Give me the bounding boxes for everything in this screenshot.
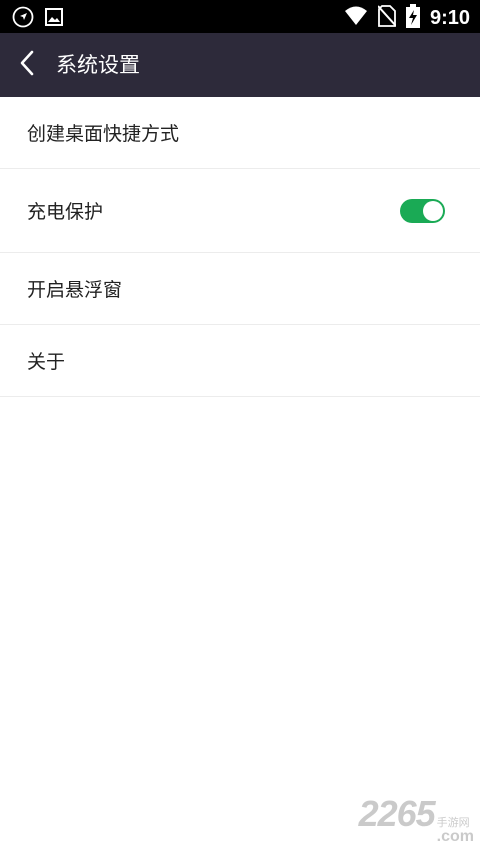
- navigation-icon: [12, 6, 34, 32]
- settings-item-floating-window[interactable]: 开启悬浮窗: [0, 253, 480, 325]
- watermark-suffix: 手游网 .com: [437, 817, 474, 845]
- image-icon: [44, 7, 64, 31]
- settings-item-label: 创建桌面快捷方式: [27, 123, 180, 145]
- status-bar-left-icons: [12, 6, 64, 32]
- app-bar: 系统设置: [0, 33, 480, 97]
- watermark-number: 2265: [358, 793, 436, 834]
- page-title: 系统设置: [56, 53, 140, 77]
- settings-item-about[interactable]: 关于: [0, 325, 480, 397]
- settings-list: 创建桌面快捷方式 充电保护 开启悬浮窗 关于: [0, 97, 480, 397]
- settings-item-create-shortcut[interactable]: 创建桌面快捷方式: [0, 97, 480, 169]
- battery-charging-icon: [405, 4, 420, 32]
- settings-item-label: 关于: [27, 351, 66, 373]
- toggle-knob: [423, 200, 443, 221]
- settings-item-charge-protection[interactable]: 充电保护: [0, 169, 480, 253]
- wifi-icon: [344, 6, 368, 30]
- settings-item-label: 开启悬浮窗: [27, 279, 123, 301]
- status-bar: 9:10: [0, 0, 480, 33]
- settings-item-label: 充电保护: [27, 201, 104, 223]
- watermark: 2265 手游网 .com: [359, 793, 474, 845]
- charge-protection-toggle[interactable]: [400, 198, 445, 223]
- status-bar-right-icons: 9:10: [344, 4, 470, 32]
- no-sim-icon: [377, 5, 397, 31]
- watermark-domain: .com: [436, 828, 474, 845]
- status-time: 9:10: [429, 7, 470, 29]
- back-button[interactable]: [10, 47, 46, 83]
- chevron-left-icon: [18, 49, 38, 81]
